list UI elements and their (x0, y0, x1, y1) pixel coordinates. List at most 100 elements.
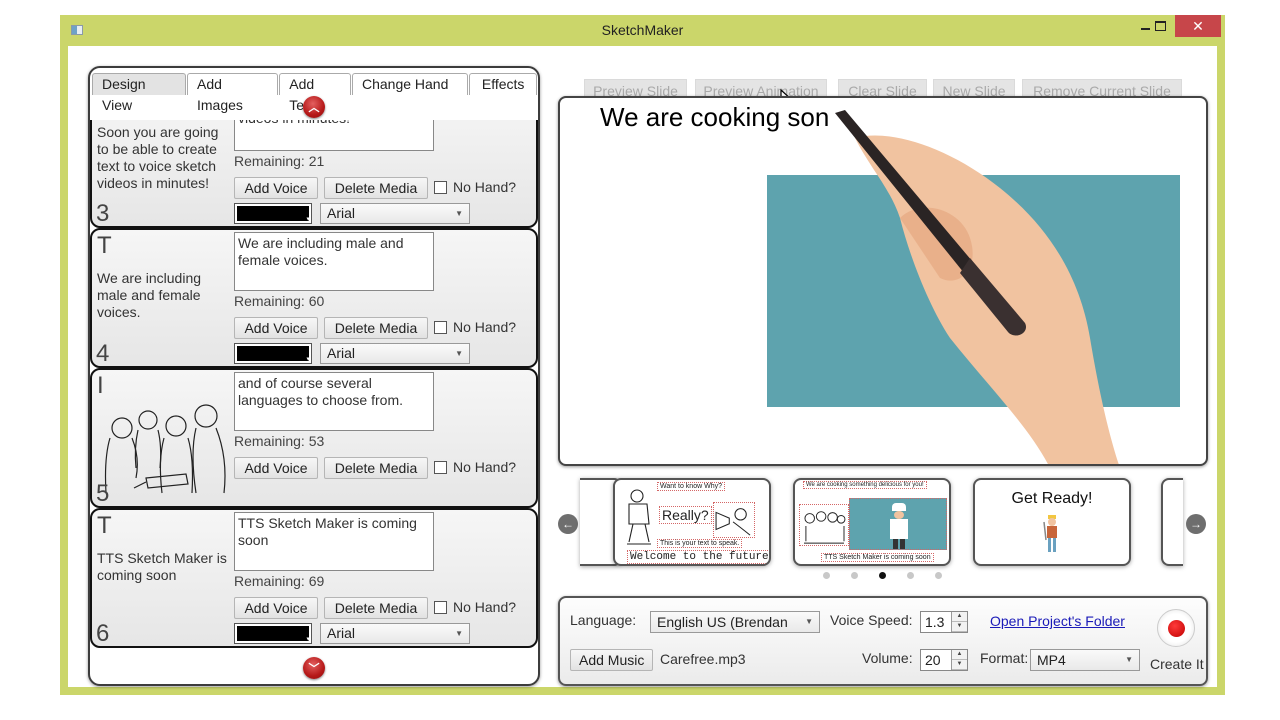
close-icon: ✕ (1192, 17, 1204, 34)
record-button[interactable] (1157, 609, 1195, 647)
slide-type-image-icon: I (97, 372, 104, 399)
slide-summary: TTS Sketch Maker is coming soon (97, 550, 227, 583)
add-voice-button[interactable]: Add Voice (234, 177, 318, 199)
group-sketch (799, 504, 849, 546)
dropdown-caret-icon: ▾ (306, 216, 310, 223)
maximize-button[interactable] (1145, 15, 1175, 37)
color-picker[interactable]: ▾ (234, 343, 312, 364)
add-voice-button[interactable]: Add Voice (234, 597, 318, 619)
color-picker[interactable]: ▾ (234, 623, 312, 644)
scroll-down-button[interactable]: ﹀ (303, 657, 325, 679)
format-value: MP4 (1037, 652, 1066, 668)
slide-card[interactable]: T TTS Sketch Maker is coming soon 6 TTS … (90, 508, 538, 648)
color-swatch (237, 346, 309, 361)
checkbox-box[interactable] (434, 600, 447, 614)
delete-media-button[interactable]: Delete Media (324, 177, 428, 199)
format-select[interactable]: MP4 ▼ (1030, 649, 1140, 671)
no-hand-checkbox[interactable]: No Hand? (434, 599, 516, 615)
checkbox-box[interactable] (434, 460, 447, 474)
color-picker[interactable]: ▾ (234, 203, 312, 224)
tab-design-view[interactable]: Design View (92, 73, 186, 113)
volume-value: 20 (925, 652, 941, 668)
carousel-next-button[interactable]: → (1186, 514, 1206, 534)
pagination-dot[interactable] (823, 572, 830, 579)
music-file-name: Carefree.mp3 (660, 651, 746, 667)
chevron-down-icon: ▼ (1125, 655, 1133, 664)
delete-media-button[interactable]: Delete Media (324, 317, 428, 339)
spinner-down-icon[interactable]: ▼ (952, 660, 967, 670)
remaining-count: Remaining: 60 (234, 293, 325, 309)
volume-spinner[interactable]: 20 ▲ ▼ (920, 649, 968, 671)
voice-speed-spinner[interactable]: 1.3 ▲ ▼ (920, 611, 968, 633)
font-select[interactable]: Arial ▼ (320, 623, 470, 644)
delete-media-button[interactable]: Delete Media (324, 457, 428, 479)
close-button[interactable]: ✕ (1175, 15, 1221, 37)
no-hand-label: No Hand? (453, 459, 517, 475)
no-hand-checkbox[interactable]: No Hand? (434, 459, 516, 475)
pagination-dot[interactable] (851, 572, 858, 579)
slide-type-text-icon: T (97, 512, 112, 539)
arrow-right-icon: → (1190, 517, 1202, 531)
checkbox-box[interactable] (434, 180, 447, 194)
spinner-down-icon[interactable]: ▼ (952, 622, 967, 632)
font-select[interactable]: Arial ▼ (320, 343, 470, 364)
slide-thumbnail[interactable]: Get Ready! (973, 478, 1131, 566)
pagination-dot[interactable] (935, 572, 942, 579)
open-project-folder-link[interactable]: Open Project's Folder (990, 613, 1125, 629)
slide-text-input[interactable]: We are including male and female voices. (234, 232, 434, 291)
slide-thumbnail[interactable] (1161, 478, 1183, 566)
slide-summary: We are including male and female voices. (97, 270, 202, 320)
chevron-down-icon: ﹀ (308, 663, 320, 675)
add-voice-button[interactable]: Add Voice (234, 317, 318, 339)
slide-summary: Soon you are going to be able to create … (97, 124, 219, 191)
tab-change-hand[interactable]: Change Hand (351, 73, 469, 95)
spinner-up-icon[interactable]: ▲ (952, 612, 967, 622)
checkbox-box[interactable] (434, 320, 447, 334)
voice-speed-value: 1.3 (925, 614, 945, 630)
no-hand-checkbox[interactable]: No Hand? (434, 179, 516, 195)
font-select[interactable]: Arial ▼ (320, 203, 470, 224)
slide-text-input[interactable]: to create text to voice sketch videos in… (234, 120, 434, 151)
slides-list: Soon you are going to be able to create … (90, 120, 538, 650)
dropdown-caret-icon: ▾ (306, 636, 310, 643)
tab-add-images[interactable]: Add Images (186, 73, 279, 113)
thumb-label: Really? (659, 506, 712, 524)
add-voice-button[interactable]: Add Voice (234, 457, 318, 479)
slide-text-input[interactable]: and of course several languages to choos… (234, 372, 434, 431)
carousel-pagination (823, 572, 942, 579)
remaining-count: Remaining: 53 (234, 433, 325, 449)
slide-card[interactable]: Soon you are going to be able to create … (90, 120, 538, 228)
font-value: Arial (327, 345, 356, 361)
pagination-dot[interactable] (879, 572, 886, 579)
thumb-label: This is your text to speak. (657, 539, 743, 548)
slide-thumbnail[interactable]: We are cooking something delicious for y… (793, 478, 951, 566)
no-hand-checkbox[interactable]: No Hand? (434, 319, 516, 335)
pagination-dot[interactable] (907, 572, 914, 579)
slide-card[interactable]: T We are including male and female voice… (90, 228, 538, 368)
arrow-left-icon: ← (562, 517, 574, 531)
slide-card[interactable]: I 5 and of course several languages to c… (90, 368, 538, 508)
slide-number: 6 (96, 620, 110, 647)
drawing-hand-image (835, 110, 1119, 464)
slide-thumbnail[interactable]: Want to know Why? Really? This is your t… (613, 478, 771, 566)
megaphone-sketch (713, 502, 755, 538)
font-value: Arial (327, 205, 356, 221)
language-select[interactable]: English US (Brendan ▼ (650, 611, 820, 633)
add-music-button[interactable]: Add Music (570, 649, 654, 671)
tab-effects[interactable]: Effects (469, 73, 537, 95)
delete-media-button[interactable]: Delete Media (324, 597, 428, 619)
thumb-label: Get Ready! (1011, 490, 1093, 507)
slide-number: 3 (96, 200, 110, 227)
remaining-count: Remaining: 21 (234, 153, 325, 169)
slide-number: 4 (96, 340, 110, 367)
no-hand-label: No Hand? (453, 179, 517, 195)
carousel-prev-button[interactable]: ← (558, 514, 578, 534)
slide-type-text-icon: T (97, 232, 112, 259)
chevron-down-icon: ▼ (455, 209, 463, 218)
tab-add-text[interactable]: Add Text (279, 73, 351, 113)
slide-text-input[interactable]: TTS Sketch Maker is coming soon (234, 512, 434, 571)
slide-canvas[interactable]: We are cooking son (558, 96, 1208, 466)
project-settings-panel: Language: English US (Brendan ▼ Voice Spe… (558, 596, 1208, 686)
spinner-up-icon[interactable]: ▲ (952, 650, 967, 660)
scroll-up-button[interactable]: ︿ (303, 96, 325, 118)
